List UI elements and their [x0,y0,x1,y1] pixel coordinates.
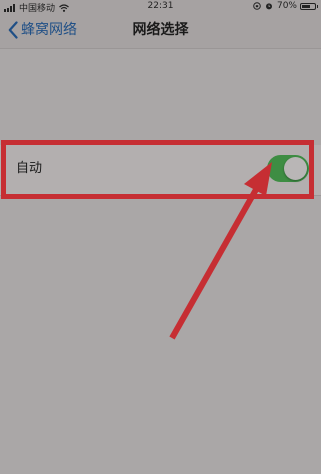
navigation-bar: 蜂窝网络 网络选择 [0,14,321,48]
orientation-lock-icon [253,2,261,10]
battery-percent: 70% [276,1,297,11]
battery-level [302,4,311,8]
page-title: 网络选择 [132,22,189,38]
status-bar: 中国移动 22:31 70% [0,0,321,14]
annotation-highlight-box [1,140,314,199]
nav-divider [0,48,321,49]
status-bar-right: 70% [253,1,318,11]
annotation-arrow [169,162,272,340]
battery-icon [300,2,318,10]
alarm-icon [265,3,272,10]
